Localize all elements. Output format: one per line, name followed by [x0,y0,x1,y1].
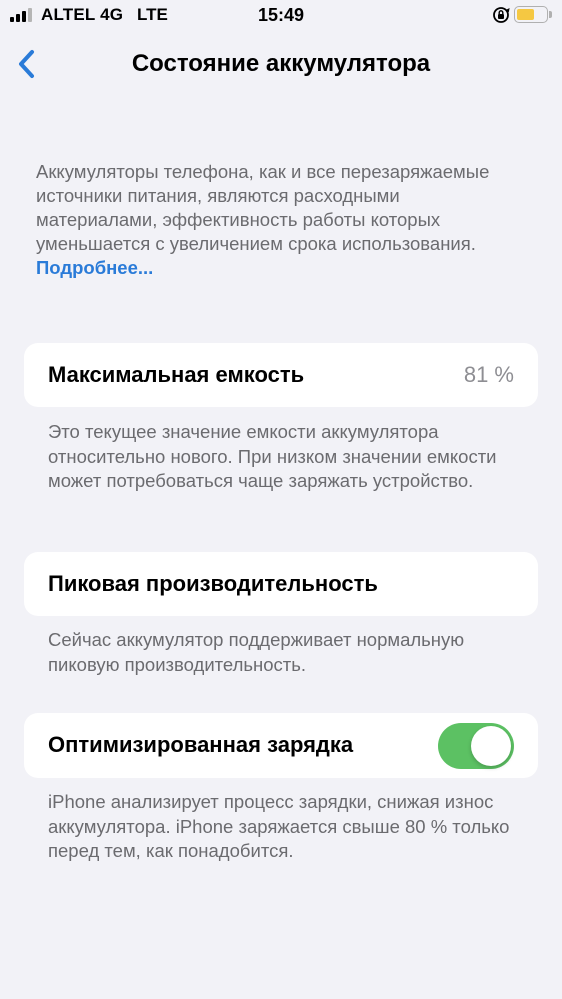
peak-performance-row: Пиковая производительность [24,552,538,616]
max-capacity-row: Максимальная емкость 81 % [24,343,538,407]
peak-performance-footnote: Сейчас аккумулятор поддерживает нормальн… [48,629,465,675]
optimized-charging-toggle[interactable] [438,723,514,769]
intro-description: Аккумуляторы телефона, как и все перезар… [36,160,526,280]
max-capacity-footnote: Это текущее значение емкости аккумулятор… [48,421,497,491]
status-bar: ALTEL 4G LTE 15:49 [0,0,562,32]
optimized-charging-row: Оптимизированная зарядка [24,713,538,778]
peak-performance-label: Пиковая производительность [48,571,378,596]
max-capacity-label: Максимальная емкость [48,362,305,387]
learn-more-link[interactable]: Подробнее... [36,257,153,278]
status-time: 15:49 [257,5,305,25]
rotation-lock-icon [493,7,510,23]
optimized-charging-label: Оптимизированная зарядка [48,732,354,757]
intro-text: Аккумуляторы телефона, как и все перезар… [36,161,490,254]
toggle-knob [471,726,511,766]
page-title: Состояние аккумулятора [131,50,431,77]
optimized-charging-footnote: iPhone анализирует процесс зарядки, сниж… [48,791,510,861]
battery-icon [514,6,548,23]
max-capacity-value: 81 % [463,362,514,387]
battery-cap [549,11,552,18]
navigation-bar: Состояние аккумулятора [0,40,562,88]
battery-level [517,9,534,20]
